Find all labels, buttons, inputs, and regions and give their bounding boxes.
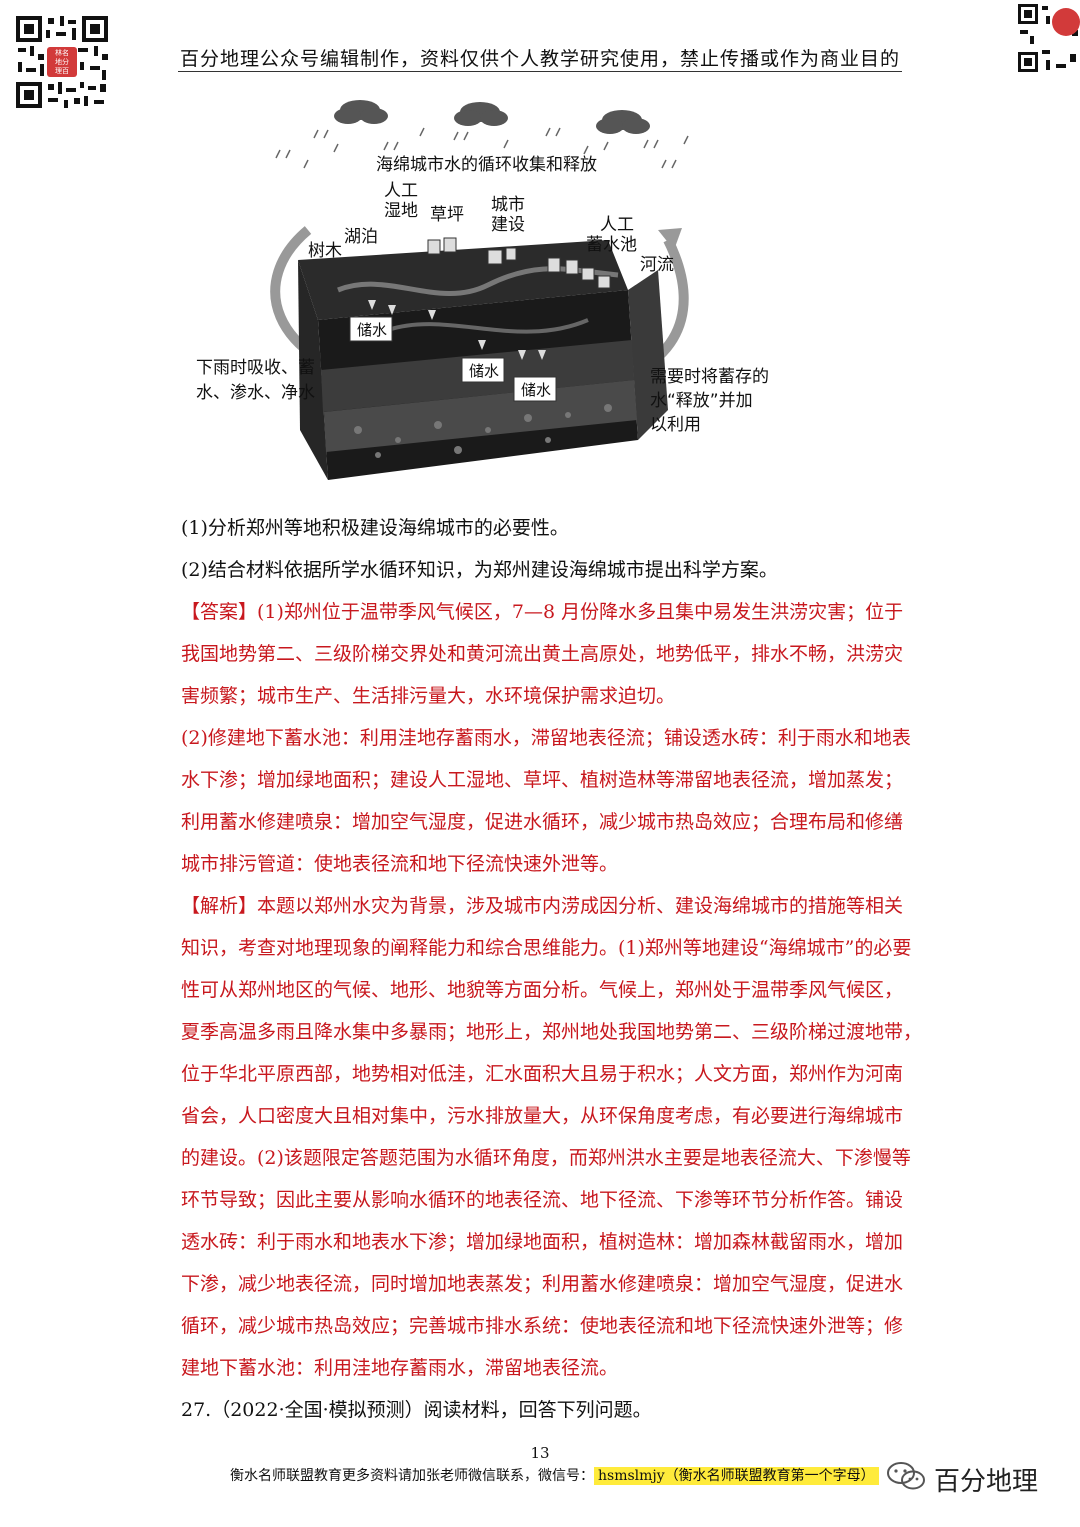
- label-right-line2: 水“释放”并加: [650, 391, 753, 411]
- qr-badge-text: 地分: [55, 58, 69, 66]
- analysis-line: 下渗，减少地表径流，同时增加地表蒸发；利用蓄水修建喷泉：增加空气湿度，促进水: [181, 1273, 904, 1295]
- qr-code-left: 林名 地分 理百: [14, 14, 110, 110]
- label-left-line1: 下雨时吸收、蓄: [196, 358, 315, 378]
- analysis-line: 知识，考查对地理现象的阐释能力和综合思维能力。(1)郑州等地建设“海绵城市”的必…: [181, 937, 912, 959]
- label-pool-line2: 蓄水池: [586, 235, 637, 255]
- label-storage-1: 储水: [357, 321, 387, 339]
- label-river: 河流: [640, 255, 674, 275]
- analysis-line: 性可从郑州地区的气候、地形、地貌等方面分析。气候上，郑州处于温带季风气候区，: [181, 979, 904, 1001]
- analysis-line: 的建设。(2)该题限定答题范围为水循环角度，而郑州洪水主要是地表径流大、下渗慢等: [181, 1147, 911, 1169]
- label-wetland-line1: 人工: [384, 181, 418, 201]
- analysis-line: 【解析】本题以郑州水灾为背景，涉及城市内涝成因分析、建设海绵城市的措施等相关: [181, 895, 904, 917]
- label-storage-2: 储水: [469, 362, 499, 380]
- answer-line: 害频繁；城市生产、生活排污量大，水环境保护需求迫切。: [181, 685, 676, 707]
- analysis-line: 夏季高温多雨且降水集中多暴雨；地形上，郑州地处我国地势第二、三级阶梯过渡地带，: [181, 1021, 923, 1043]
- label-city-line2: 建设: [491, 215, 525, 235]
- page-header-title: 百分地理公众号编辑制作，资料仅供个人教学研究使用，禁止传播或作为商业目的: [180, 48, 901, 70]
- figure-title: 海绵城市水的循环收集和释放: [376, 155, 597, 175]
- label-pool-line1: 人工: [600, 215, 634, 235]
- analysis-line: 省会，人口密度大且相对集中，污水排放量大，从环保角度考虑，有必要进行海绵城市: [181, 1105, 904, 1127]
- wechat-watermark: 百分地理: [886, 1460, 1038, 1499]
- analysis-line: 建地下蓄水池：利用洼地存蓄雨水，滞留地表径流。: [181, 1357, 619, 1379]
- qr-badge-text: 林名: [55, 49, 69, 57]
- sponge-city-diagram: 储水 储水 储水 海绵城市水的循环收集和释放 人工 湿地 草坪 城市 建设 人工…: [188, 100, 788, 500]
- analysis-line: 环节导致；因此主要从影响水循环的地表径流、地下径流、下渗等环节分析作答。铺设: [181, 1189, 904, 1211]
- answer-line: 【答案】(1)郑州位于温带季风气候区，7—8 月份降水多且集中易发生洪涝灾害；位…: [181, 601, 904, 623]
- analysis-line: 位于华北平原西部，地势相对低洼，汇水面积大且易于积水；人文方面，郑州作为河南: [181, 1063, 904, 1085]
- analysis-line: 循环，减少城市热岛效应；完善城市排水系统：使地表径流和地下径流快速外泄等；修: [181, 1315, 904, 1337]
- analysis-line: 透水砖：利于雨水和地表水下渗；增加绿地面积，植树造林：增加森林截留雨水，增加: [181, 1231, 904, 1253]
- qr-badge-text: 理百: [55, 67, 69, 75]
- wechat-account-name: 百分地理: [934, 1467, 1039, 1497]
- label-right-line1: 需要时将蓄存的: [650, 367, 769, 387]
- question-27-heading: 27.（2022·全国·模拟预测）阅读材料，回答下列问题。: [181, 1399, 652, 1421]
- answer-line: (2)修建地下蓄水池：利用洼地存蓄雨水，滞留地表径流；铺设透水砖：利于雨水和地表: [181, 727, 911, 749]
- answer-line: 城市排污管道：使地表径流和地下径流快速外泄等。: [181, 853, 619, 875]
- qr-code-right: [1016, 2, 1080, 74]
- label-right-line3: 以利用: [650, 415, 701, 435]
- label-left-line2: 水、渗水、净水: [196, 383, 315, 403]
- wechat-icon: [886, 1460, 926, 1499]
- label-tree: 树木: [308, 241, 342, 261]
- label-lake: 湖泊: [344, 227, 378, 247]
- label-lawn: 草坪: [430, 205, 464, 225]
- label-city-line1: 城市: [491, 195, 525, 215]
- question-1: (1)分析郑州等地积极建设海绵城市的必要性。: [181, 517, 569, 539]
- footer-text: 衡水名师联盟教育更多资料请加张老师微信联系，微信号：: [230, 1468, 594, 1484]
- footer-note: 衡水名师联盟教育更多资料请加张老师微信联系，微信号： hsmslmjy（衡水名师联…: [230, 1465, 879, 1485]
- header-divider: [178, 71, 902, 72]
- footer-wechat-id: hsmslmjy（衡水名师联盟教育第一个字母）: [594, 1467, 879, 1485]
- answer-line: 利用蓄水修建喷泉：增加空气湿度，促进水循环，减少城市热岛效应；合理布局和修缮: [181, 811, 904, 833]
- answer-line: 我国地势第二、三级阶梯交界处和黄河流出黄土高原处，地势低平，排水不畅，洪涝灾: [181, 643, 904, 665]
- answer-line: 水下渗；增加绿地面积；建设人工湿地、草坪、植树造林等滞留地表径流，增加蒸发；: [181, 769, 904, 791]
- label-wetland-line2: 湿地: [384, 201, 418, 221]
- body-text: (1)分析郑州等地积极建设海绵城市的必要性。 (2)结合材料依据所学水循环知识，…: [181, 507, 923, 1431]
- rain-cloud-icon: [334, 100, 650, 134]
- question-2: (2)结合材料依据所学水循环知识，为郑州建设海绵城市提出科学方案。: [181, 559, 778, 581]
- label-storage-3: 储水: [521, 381, 551, 399]
